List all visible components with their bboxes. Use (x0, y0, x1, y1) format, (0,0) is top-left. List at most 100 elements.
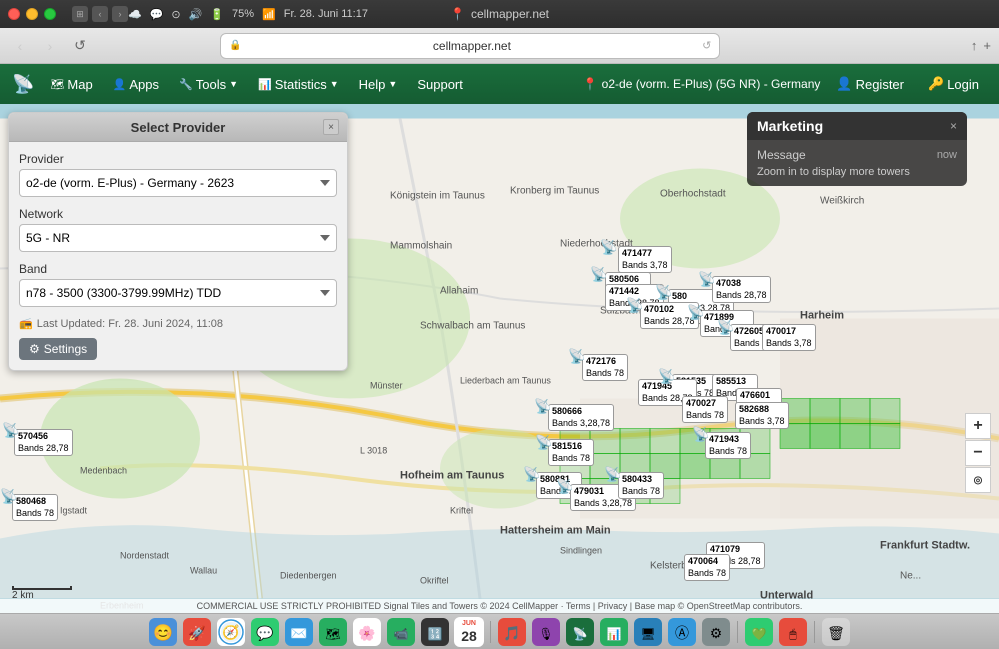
statistics-chevron-icon: ▼ (330, 79, 339, 89)
zoom-location-button[interactable]: ◎ (965, 467, 991, 493)
fullscreen-window-button[interactable] (44, 8, 56, 20)
dock-keynote[interactable]: 🖥 (633, 617, 663, 647)
dock-facetime[interactable]: 📹 (386, 617, 416, 647)
dock-whatsapp[interactable]: 💚 (744, 617, 774, 647)
nav-help[interactable]: Help ▼ (351, 73, 406, 96)
tower-570456[interactable]: 570456 Bands 28,78 (14, 429, 73, 456)
forward-button[interactable]: › (38, 34, 62, 58)
minimize-window-button[interactable] (26, 8, 38, 20)
zoom-in-button[interactable]: + (965, 413, 991, 439)
tower-471477[interactable]: 471477 Bands 3,78 (618, 246, 672, 273)
apps-icon: 👤 (113, 78, 127, 91)
dock-appstore[interactable]: Ⓐ (667, 617, 697, 647)
tower-icon-580881: 📡 (523, 466, 540, 483)
svg-text:Schwalbach am Taunus: Schwalbach am Taunus (420, 321, 525, 332)
svg-text:📡: 📡 (573, 626, 588, 641)
nav-apps[interactable]: 👤 Apps (105, 73, 167, 96)
svg-text:L 3018: L 3018 (360, 446, 387, 456)
map-container[interactable]: Königstein im Taunus Kronberg im Taunus … (0, 104, 999, 613)
svg-text:🖱: 🖱 (789, 627, 796, 641)
dock-system-prefs[interactable]: ⚙ (701, 617, 731, 647)
panel-close-button[interactable]: × (323, 119, 339, 135)
tower-580468[interactable]: 580468 Bands 78 (12, 494, 58, 521)
rss-icon: 📻 (19, 317, 33, 330)
site-url: cellmapper.net (471, 7, 549, 21)
svg-text:💚: 💚 (752, 627, 767, 641)
datetime: Fr. 28. Juni 11:17 (284, 8, 368, 20)
dock-toolbox[interactable]: 📡 (565, 617, 595, 647)
marketing-title: Marketing (757, 118, 823, 134)
dock-bettertouchtool[interactable]: 🖱 (778, 617, 808, 647)
nav-tools[interactable]: 🔧 Tools ▼ (171, 73, 246, 96)
tower-47038[interactable]: 47038 Bands 28,78 (712, 276, 771, 303)
nav-map[interactable]: 🗺 Map (42, 73, 100, 96)
back-btn[interactable]: ‹ (92, 6, 108, 22)
sidebar-toggle[interactable]: ⊞ (72, 6, 88, 22)
traffic-lights (8, 8, 56, 20)
dock-photos[interactable]: 🌸 (352, 617, 382, 647)
provider-select[interactable]: o2-de (vorm. E-Plus) - Germany - 2623 (19, 169, 337, 197)
reload-button[interactable]: ↺ (68, 34, 92, 58)
dock-messages[interactable]: 💬 (250, 617, 280, 647)
dock-calendar[interactable]: JUN 28 (454, 617, 484, 647)
tower-470027[interactable]: 470027 Bands 78 (682, 396, 728, 423)
tower-472176[interactable]: 472176 Bands 78 (582, 354, 628, 381)
tower-470064[interactable]: 470064 Bands 78 (684, 554, 730, 581)
settings-button[interactable]: ⚙ Settings (19, 338, 97, 360)
svg-text:😊: 😊 (153, 624, 173, 642)
site-logo: 📡 (12, 74, 34, 95)
svg-text:Kronberg im Taunus: Kronberg im Taunus (510, 186, 599, 197)
dock-finder[interactable]: 😊 (148, 617, 178, 647)
network-label: Network (19, 207, 337, 221)
dock-calculator[interactable]: 🔢 (420, 617, 450, 647)
network-select[interactable]: 5G - NR (19, 224, 337, 252)
tower-580666[interactable]: 580666 Bands 3,28,78 (548, 404, 614, 431)
address-bar[interactable]: 🔒 cellmapper.net ↺ (220, 33, 720, 59)
tower-580433[interactable]: 580433 Bands 78 (618, 472, 664, 499)
macos-dock: 😊 🚀 🧭 💬 ✉️ 🗺 🌸 📹 🔢 JUN 28 🎵 🎙 📡 📊 🖥 (0, 613, 999, 649)
svg-text:📹: 📹 (394, 627, 409, 641)
nav-statistics[interactable]: 📊 Statistics ▼ (250, 73, 347, 96)
dock-mail[interactable]: ✉️ (284, 617, 314, 647)
title-bar-center: 📍 cellmapper.net (450, 7, 549, 21)
dock-safari[interactable]: 🧭 (216, 617, 246, 647)
message-icon: 💬 (150, 8, 164, 21)
band-select[interactable]: n78 - 3500 (3300-3799.99MHz) TDD (19, 279, 337, 307)
tower-icon-471477: 📡 (600, 239, 617, 256)
nav-register[interactable]: 👤 Register (828, 72, 912, 96)
safari-right-buttons: ↑ + (971, 38, 991, 53)
nav-support[interactable]: Support (409, 73, 471, 96)
provider-label: Provider (19, 152, 337, 166)
back-button[interactable]: ‹ (8, 34, 32, 58)
tower-icon-472605: 📡 (717, 319, 734, 336)
help-chevron-icon: ▼ (388, 79, 397, 89)
dock-maps[interactable]: 🗺 (318, 617, 348, 647)
battery-percent: 75% (232, 8, 254, 20)
nav-login[interactable]: 🔑 Login (920, 72, 987, 96)
share-button[interactable]: ↑ (971, 38, 978, 53)
tower-581516[interactable]: 581516 Bands 78 (548, 439, 594, 466)
dock-numbers[interactable]: 📊 (599, 617, 629, 647)
tools-icon: 🔧 (179, 78, 193, 91)
svg-text:Ⓐ: Ⓐ (675, 625, 689, 641)
nav-location: 📍 o2-de (vorm. E-Plus) (5G NR) - Germany (583, 77, 821, 91)
svg-text:Liederbach am Taunus: Liederbach am Taunus (460, 376, 551, 386)
location-pin-icon: 📍 (583, 77, 598, 91)
tower-icon-580506: 📡 (590, 266, 607, 283)
svg-text:Okriftel: Okriftel (420, 576, 449, 586)
tower-icon-47038: 📡 (698, 271, 715, 288)
dock-podcasts[interactable]: 🎙 (531, 617, 561, 647)
tower-470017[interactable]: 470017 Bands 3,78 (762, 324, 816, 351)
dock-launchpad[interactable]: 🚀 (182, 617, 212, 647)
new-tab-button[interactable]: + (983, 38, 991, 53)
marketing-close-button[interactable]: × (950, 119, 957, 133)
tower-471943[interactable]: 471943 Bands 78 (705, 432, 751, 459)
close-window-button[interactable] (8, 8, 20, 20)
lock-icon: 🔒 (229, 40, 241, 51)
forward-btn[interactable]: › (112, 6, 128, 22)
panel-body: Provider o2-de (vorm. E-Plus) - Germany … (9, 142, 347, 370)
zoom-out-button[interactable]: − (965, 440, 991, 466)
dock-trash[interactable]: 🗑 (821, 617, 851, 647)
dock-music[interactable]: 🎵 (497, 617, 527, 647)
tower-582688[interactable]: 582688 Bands 3,78 (735, 402, 789, 429)
